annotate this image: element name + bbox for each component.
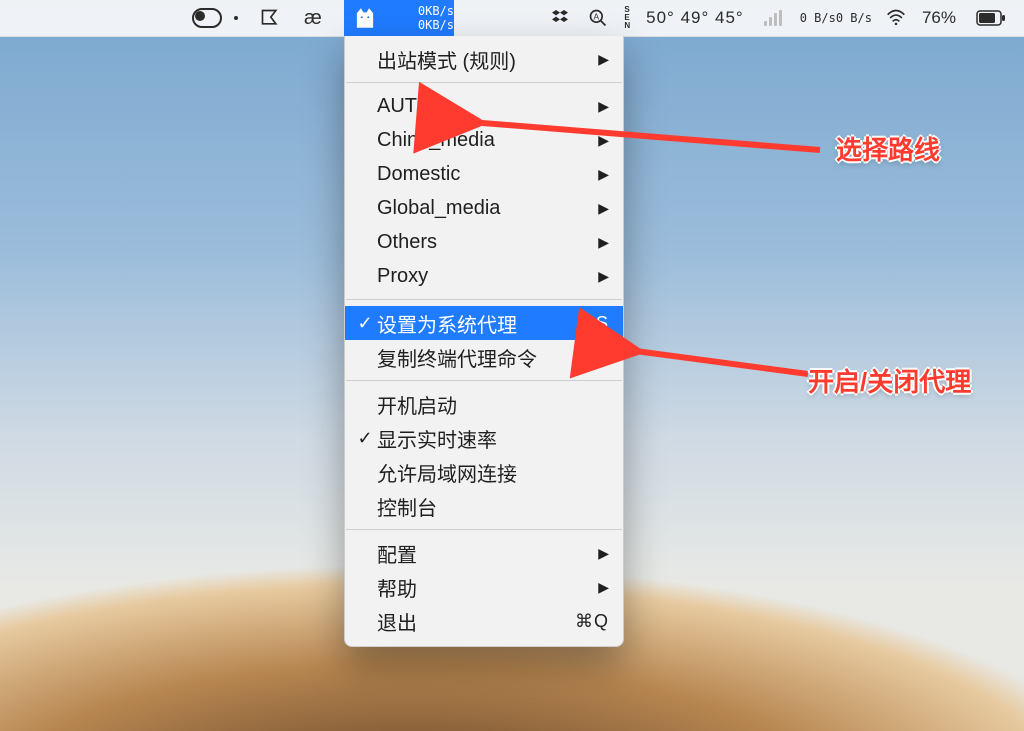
annotation-route-label: 选择路线 <box>836 130 940 167</box>
menu-separator <box>346 380 622 381</box>
clashx-rate-up: 0KB/s <box>418 4 454 18</box>
menu-item-label: 允许局域网连接 <box>377 458 609 487</box>
clashx-rate: 0KB/s 0KB/s <box>386 0 460 36</box>
menu-shortcut: ⌘C <box>576 347 609 368</box>
menu-item-label: 配置 <box>377 539 598 568</box>
menu-route-label: Global_media <box>377 197 598 220</box>
menu-copy-cmd-label: 复制终端代理命令 <box>377 343 576 372</box>
menubar: æ 0KB/s 0KB/s A S E N 50° 49° 45° 0 B/s … <box>0 0 1024 37</box>
cell-bars-icon <box>752 10 794 26</box>
menu-outbound-label: 出站模式 (规则) <box>377 45 598 74</box>
menu-launch-at-login[interactable]: 开机启动 <box>345 387 623 421</box>
menu-shortcut: ⌘Q <box>575 611 609 632</box>
menu-item-label: 帮助 <box>377 573 598 602</box>
menu-route-label: Others <box>377 231 598 254</box>
menu-route-global-media[interactable]: Global_media▶ <box>345 191 623 225</box>
menu-item-label: 显示实时速率 <box>377 424 609 453</box>
menu-shortcut: ⌘S <box>577 313 609 334</box>
menu-help[interactable]: 帮助▶ <box>345 570 623 604</box>
menu-route-proxy[interactable]: Proxy▶ <box>345 259 623 293</box>
menu-route-label: Proxy <box>377 265 598 288</box>
menu-route-others[interactable]: Others▶ <box>345 225 623 259</box>
menu-item-label: 退出 <box>377 607 575 636</box>
menubar-right: A S E N 50° 49° 45° 0 B/s 0 B/s 76% <box>544 6 1014 30</box>
menu-separator <box>346 82 622 83</box>
check-icon: ✓ <box>353 428 377 449</box>
menu-copy-terminal-cmd[interactable]: 复制终端代理命令 ⌘C <box>345 340 623 374</box>
menu-show-rate[interactable]: ✓显示实时速率 <box>345 421 623 455</box>
menu-quit[interactable]: 退出 ⌘Q <box>345 604 623 638</box>
chevron-right-icon: ▶ <box>598 545 609 562</box>
menu-set-proxy-label: 设置为系统代理 <box>377 309 577 338</box>
chevron-right-icon: ▶ <box>598 51 609 68</box>
menu-item-label: 控制台 <box>377 492 609 521</box>
chevron-right-icon: ▶ <box>598 268 609 285</box>
chevron-right-icon: ▶ <box>598 234 609 251</box>
menu-set-system-proxy[interactable]: ✓ 设置为系统代理 ⌘S <box>345 306 623 340</box>
dot-icon <box>226 16 246 20</box>
battery-icon[interactable] <box>968 10 1014 26</box>
menu-outbound-mode[interactable]: 出站模式 (规则) ▶ <box>345 42 623 76</box>
menu-separator <box>346 299 622 300</box>
toggle-icon[interactable] <box>184 0 230 36</box>
chevron-right-icon: ▶ <box>598 200 609 217</box>
menu-config[interactable]: 配置▶ <box>345 536 623 570</box>
annotation-proxy-label: 开启/关闭代理 <box>808 362 971 399</box>
chevron-right-icon: ▶ <box>598 166 609 183</box>
battery-percent: 76% <box>914 8 964 28</box>
search-a-icon[interactable]: A <box>580 8 616 28</box>
wifi-icon[interactable] <box>878 8 914 28</box>
ae-icon[interactable]: æ <box>296 0 330 36</box>
sen-icon[interactable]: S E N <box>616 6 638 30</box>
net-down: 0 B/s <box>836 11 872 25</box>
annotation-arrow-proxy <box>618 332 818 392</box>
net-up: 0 B/s <box>800 11 836 25</box>
weather-temps[interactable]: 50° 49° 45° <box>638 8 752 28</box>
check-icon: ✓ <box>353 313 377 334</box>
annotation-arrow-route <box>460 108 840 168</box>
network-bytes: 0 B/s 0 B/s <box>794 11 878 25</box>
menu-item-label: 开机启动 <box>377 390 609 419</box>
chevron-right-icon: ▶ <box>598 579 609 596</box>
menu-allow-lan[interactable]: 允许局域网连接 <box>345 455 623 489</box>
dropbox-icon[interactable] <box>544 8 580 28</box>
flag-icon[interactable] <box>252 0 288 36</box>
clashx-rate-down: 0KB/s <box>418 18 454 32</box>
clashx-icon[interactable] <box>344 0 386 36</box>
svg-text:A: A <box>594 12 600 22</box>
menu-console[interactable]: 控制台 <box>345 489 623 523</box>
menu-separator <box>346 529 622 530</box>
